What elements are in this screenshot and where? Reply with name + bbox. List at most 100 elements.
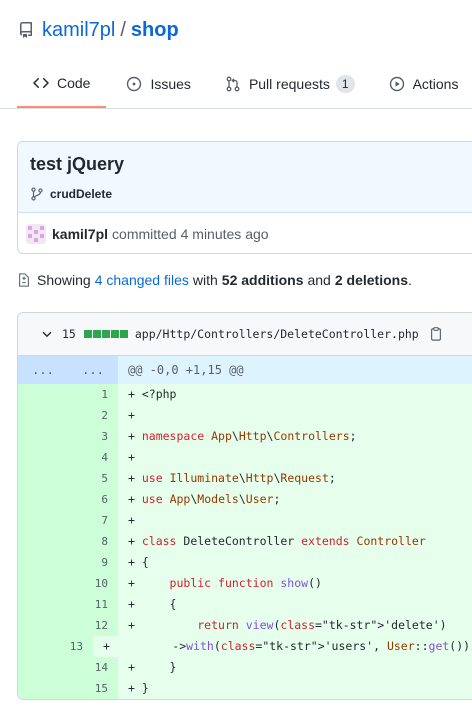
summary-suffix: .	[407, 272, 412, 288]
diff-line: 14 + }	[18, 657, 472, 678]
old-line-number[interactable]	[18, 573, 68, 594]
new-line-number[interactable]: 5	[68, 468, 118, 489]
commit-action: committed	[112, 225, 177, 242]
pull-requests-count-badge: 1	[335, 75, 355, 93]
old-line-number[interactable]	[18, 489, 68, 510]
code-icon	[33, 77, 49, 89]
branch-icon	[31, 187, 43, 201]
new-line-number[interactable]: 8	[68, 531, 118, 552]
old-line-number[interactable]	[18, 531, 68, 552]
old-line-number[interactable]	[18, 468, 68, 489]
old-line-number[interactable]	[18, 552, 68, 573]
new-line-number[interactable]: 3	[68, 426, 118, 447]
copy-icon[interactable]	[429, 327, 443, 341]
repo-owner-link[interactable]: kamil7pl	[42, 19, 115, 42]
expand-right[interactable]: ...	[68, 356, 118, 384]
new-line-number[interactable]: 4	[68, 447, 118, 468]
commit-meta: kamil7pl committed 4 minutes ago	[18, 213, 472, 253]
new-line-number[interactable]: 10	[68, 573, 118, 594]
new-line-number[interactable]: 14	[68, 657, 118, 678]
new-line-number[interactable]: 9	[68, 552, 118, 573]
old-line-number[interactable]	[18, 678, 68, 699]
diffstat-block	[92, 330, 101, 338]
file-diff-icon	[19, 273, 29, 287]
old-line-number[interactable]	[18, 405, 68, 426]
tab-actions-label: Actions	[412, 76, 459, 92]
old-line-number[interactable]	[18, 594, 68, 615]
tab-pull-requests-label: Pull requests	[248, 76, 330, 92]
diffstat-block	[101, 330, 110, 338]
code-line: +	[128, 450, 135, 464]
file-header: 15 app/Http/Controllers/DeleteController…	[18, 313, 472, 356]
commit-time: 4 minutes ago	[180, 225, 269, 242]
tab-actions[interactable]: Actions	[375, 68, 472, 100]
issue-icon	[127, 76, 142, 92]
new-line-number[interactable]: 1	[68, 384, 118, 405]
repo-heading: kamil7pl / shop	[18, 16, 179, 44]
diff-line: 7 +	[18, 510, 472, 531]
tab-issues-label: Issues	[150, 76, 191, 92]
commit-author-link[interactable]: kamil7pl	[52, 226, 108, 242]
code-line: + }	[128, 681, 149, 695]
code-line: + use App\Models\User;	[128, 492, 281, 506]
diff-line: 15 + }	[18, 678, 472, 699]
code-line: + class DeleteController extends Control…	[128, 534, 426, 548]
old-line-number[interactable]	[18, 636, 55, 657]
new-line-number[interactable]: 15	[68, 678, 118, 699]
code-line: +	[128, 408, 135, 422]
tab-code[interactable]: Code	[17, 68, 107, 108]
diff-line: 1 + <?php	[18, 384, 472, 405]
old-line-number[interactable]	[18, 384, 68, 405]
code-line: + {	[128, 597, 177, 611]
chevron-down-icon[interactable]	[40, 327, 54, 341]
code-line: + use Illuminate\Http\Request;	[128, 471, 336, 485]
file-path-link[interactable]: app/Http/Controllers/DeleteController.ph…	[135, 327, 419, 341]
old-line-number[interactable]	[18, 510, 68, 531]
changed-files-link[interactable]: 4 changed files	[95, 272, 189, 288]
tabs-divider	[0, 108, 472, 109]
code-line: + {	[128, 555, 149, 569]
new-line-number[interactable]: 2	[68, 405, 118, 426]
commit-branch[interactable]: crudDelete	[30, 187, 465, 201]
additions-count: 52 additions	[221, 272, 304, 288]
new-line-number[interactable]: 11	[68, 594, 118, 615]
repo-name-link[interactable]: shop	[131, 19, 179, 42]
pull-request-icon	[226, 76, 240, 92]
commit-box: test jQuery crudDelete kamil7pl committe…	[17, 141, 472, 254]
old-line-number[interactable]	[18, 657, 68, 678]
file-diff: 15 app/Http/Controllers/DeleteController…	[17, 312, 472, 700]
diff-line: 2 +	[18, 405, 472, 426]
tab-pull-requests[interactable]: Pull requests 1	[211, 68, 369, 100]
commit-header: test jQuery crudDelete	[18, 142, 472, 213]
new-line-number[interactable]: 7	[68, 510, 118, 531]
code-line: + <?php	[128, 387, 177, 401]
diffstat-block	[110, 330, 119, 338]
code-line: + namespace App\Http\Controllers;	[128, 429, 357, 443]
expand-left[interactable]: ...	[18, 356, 68, 384]
diff-line: 9 + {	[18, 552, 472, 573]
diff-lines: 1 + <?php 2 +3 + namespace App\Http\Controll…	[18, 384, 472, 699]
diffstat-block	[119, 330, 128, 338]
code-line: + public function show()	[128, 576, 322, 590]
diff-line: 6 + use App\Models\User;	[18, 489, 472, 510]
old-line-number[interactable]	[18, 426, 68, 447]
diff-line: 5 + use Illuminate\Http\Request;	[18, 468, 472, 489]
new-line-number[interactable]: 13	[54, 636, 94, 657]
repo-separator: /	[120, 18, 126, 41]
new-line-number[interactable]: 6	[68, 489, 118, 510]
repo-icon	[19, 22, 32, 38]
code-line: +	[128, 513, 135, 527]
file-changes-count: 15	[62, 327, 76, 341]
code-line: + }	[128, 660, 177, 674]
old-line-number[interactable]	[18, 447, 68, 468]
repo-tabs: Code Issues Pull requests 1 Actions	[17, 68, 472, 108]
diff-line: 8 + class DeleteController extends Contro…	[18, 531, 472, 552]
new-line-number[interactable]: 12	[68, 615, 118, 636]
tab-issues[interactable]: Issues	[112, 68, 204, 100]
diff-line: 3 + namespace App\Http\Controllers;	[18, 426, 472, 447]
commit-title: test jQuery	[30, 154, 125, 174]
old-line-number[interactable]	[18, 615, 68, 636]
diff-line: 13 + ->with(class="tk-str">'users', User:…	[18, 636, 472, 657]
deletions-count: 2 deletions	[334, 272, 408, 288]
avatar[interactable]	[26, 223, 46, 244]
